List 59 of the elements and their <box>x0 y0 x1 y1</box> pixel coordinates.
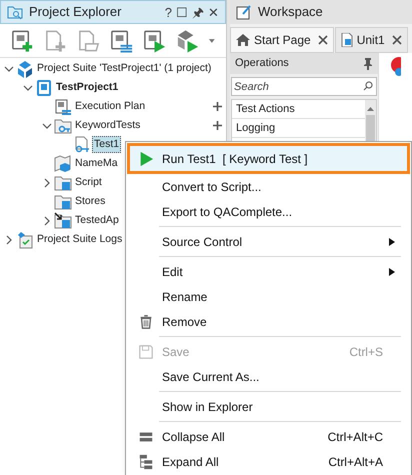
menu-item[interactable]: Save Current As... <box>127 364 410 389</box>
execution-plan-icon[interactable] <box>109 28 134 54</box>
edit-icon <box>236 4 252 20</box>
menu-item[interactable]: Expand All Ctrl+Alt+A <box>127 449 410 474</box>
home-icon <box>236 34 250 46</box>
pin-icon[interactable] <box>363 58 373 70</box>
menu-item[interactable]: Collapse All Ctrl+Alt+C <box>127 424 410 449</box>
trash-icon <box>138 314 154 330</box>
tree-item[interactable]: Project Suite Logs <box>35 230 124 248</box>
map-cube-icon <box>54 154 72 172</box>
tab[interactable]: Start Page <box>230 27 334 53</box>
tree-item[interactable]: KeywordTests <box>73 116 142 134</box>
menu-item[interactable]: Rename <box>127 284 410 309</box>
menu-item[interactable]: Convert to Script... <box>127 174 410 199</box>
search-folder-icon <box>7 4 23 20</box>
project-run-icon[interactable] <box>142 28 168 54</box>
document-icon <box>340 33 353 47</box>
tree-item[interactable]: TestedAp <box>73 212 121 230</box>
tree-list-icon <box>138 454 154 470</box>
panel-title: Project Explorer <box>29 3 122 22</box>
menu-item[interactable]: Remove <box>127 309 410 334</box>
menu-item[interactable]: Export to QAComplete... <box>127 199 410 224</box>
tree-item[interactable]: NameMa <box>73 154 120 172</box>
menu-item[interactable]: Run Test1 [ Keyword Test ] <box>127 143 410 174</box>
tree-item[interactable]: Stores <box>73 192 108 210</box>
folder-icon <box>54 192 72 210</box>
tree-item[interactable]: TestProject1 <box>54 78 120 96</box>
search-field[interactable]: Search <box>231 77 377 96</box>
add-icon[interactable] <box>213 102 222 111</box>
execution-plan-icon <box>54 98 72 116</box>
tree-item[interactable]: Test1 <box>92 136 122 154</box>
title-bar-button[interactable]: ☐ <box>176 6 188 18</box>
tree-item[interactable]: Execution Plan <box>73 98 148 116</box>
folder-icon <box>54 174 72 192</box>
logs-icon <box>16 230 34 248</box>
suite-icon <box>16 60 34 78</box>
suite-run-icon[interactable] <box>175 28 200 54</box>
title-bar-button[interactable]: 🖈 <box>192 6 204 18</box>
panel-title: Operations <box>235 56 289 72</box>
play-icon <box>138 150 154 166</box>
close-icon[interactable] <box>392 35 402 45</box>
dropdown-icon[interactable] <box>208 38 216 44</box>
menu-item[interactable]: Edit <box>127 259 410 284</box>
tab[interactable]: Unit1 <box>334 27 408 53</box>
menu-item[interactable]: Show in Explorer <box>127 394 410 419</box>
title-bar-button[interactable]: ? <box>164 6 172 18</box>
key-folder-icon <box>54 116 72 134</box>
search-icon <box>363 81 373 91</box>
tree-item[interactable]: Project Suite 'TestProject1' (1 project) <box>35 60 214 78</box>
add-icon[interactable] <box>213 121 222 130</box>
title-bar-button[interactable]: ✕ <box>208 6 219 18</box>
menu-item[interactable]: Source Control <box>127 229 410 254</box>
close-icon[interactable] <box>318 35 328 45</box>
project-icon <box>35 78 53 96</box>
tree-item[interactable]: Script <box>73 174 104 192</box>
scroll-up-icon[interactable] <box>367 106 374 111</box>
app-folder-icon <box>54 212 72 230</box>
key-document-icon <box>73 136 91 154</box>
panel-title: Workspace <box>258 3 323 22</box>
